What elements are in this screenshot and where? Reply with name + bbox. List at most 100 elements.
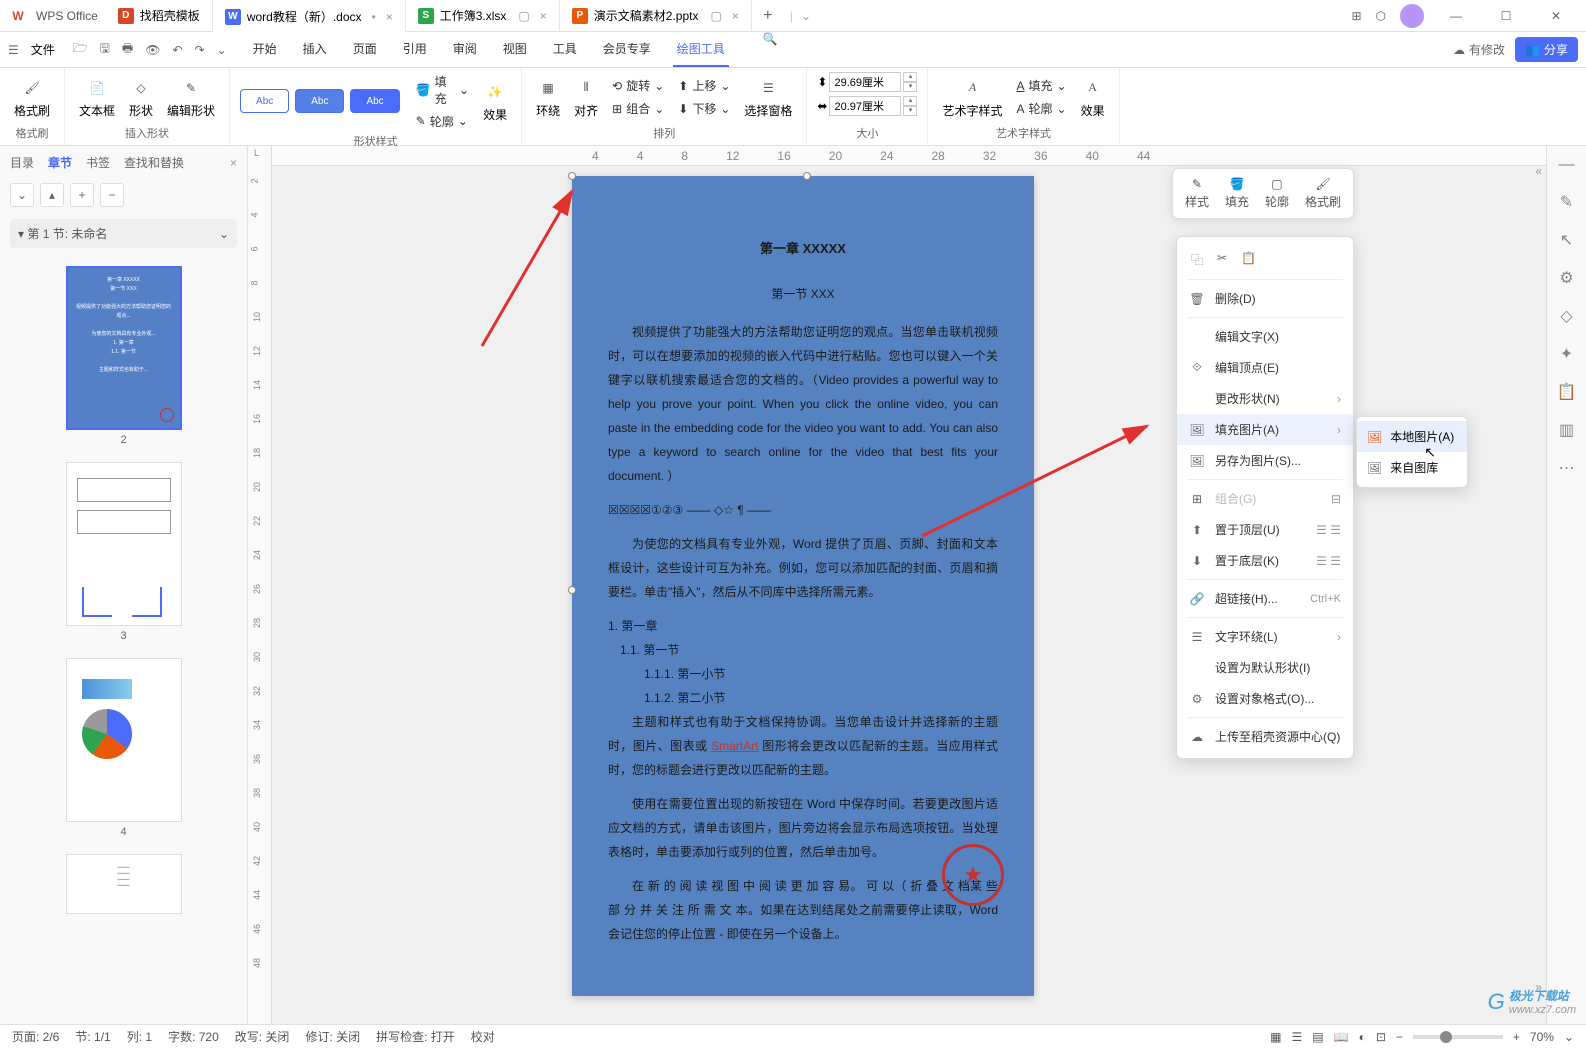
theme-icon[interactable]: ◐	[1359, 1030, 1366, 1044]
sm-library[interactable]: 🖼来自图库	[1357, 452, 1467, 483]
preview-icon[interactable]: 👁	[145, 43, 160, 57]
cm-set-default[interactable]: 设置为默认形状(I)	[1177, 652, 1353, 683]
close-panel-icon[interactable]: ×	[230, 156, 237, 170]
tab-doc-ppt[interactable]: P 演示文稿素材2.pptx ▢ ×	[560, 0, 752, 32]
maximize-button[interactable]: ☐	[1488, 0, 1524, 32]
user-avatar[interactable]	[1400, 4, 1424, 28]
pen-icon[interactable]: ✎	[1560, 192, 1573, 212]
search-icon[interactable]: 🔍	[763, 32, 778, 67]
wrap-button[interactable]: ▦环绕	[532, 74, 564, 121]
menu-tab-tools[interactable]: 工具	[549, 32, 581, 67]
modified-indicator[interactable]: ☁有修改	[1453, 41, 1505, 58]
menu-tab-ref[interactable]: 引用	[399, 32, 431, 67]
document-page[interactable]: 第一章 XXXXX 第一节 XXX 视频提供了功能强大的方法帮助您证明您的观点。…	[572, 176, 1034, 996]
print-icon[interactable]: 🖶	[122, 39, 133, 60]
minimize-button[interactable]: —	[1438, 0, 1474, 32]
cube-icon[interactable]: ⬡	[1376, 9, 1386, 23]
nav-tab-find[interactable]: 查找和替换	[124, 154, 184, 171]
cm-format-object[interactable]: ⚙设置对象格式(O)...	[1177, 683, 1353, 714]
zoom-out-icon[interactable]: −	[1396, 1030, 1403, 1044]
dropdown-icon[interactable]: ⌄	[217, 43, 227, 57]
tab-doc-sheet[interactable]: S 工作簿3.xlsx ▢ ×	[406, 0, 560, 32]
thumbnail-3[interactable]: 3	[10, 462, 237, 642]
nav-tab-toc[interactable]: 目录	[10, 154, 34, 171]
redo-icon[interactable]: ↷	[195, 43, 205, 57]
cm-edit-points[interactable]: ⟐编辑顶点(E)	[1177, 352, 1353, 383]
cm-change-shape[interactable]: 更改形状(N)›	[1177, 383, 1353, 414]
group-button[interactable]: ⊞组合⌄	[608, 98, 668, 119]
ft-style-button[interactable]: ✎样式	[1179, 175, 1215, 212]
view-outline-icon[interactable]: ▤	[1312, 1030, 1323, 1044]
outline-button[interactable]: ✎轮廓⌄	[412, 111, 473, 132]
tab-dropdown-icon[interactable]: ⌄	[801, 9, 811, 23]
tab-templates[interactable]: D 找稻壳模板	[106, 0, 213, 32]
collapse-icon[interactable]: —	[1559, 156, 1575, 174]
section-header[interactable]: ▾ 第 1 节: 未命名 ⌄	[10, 219, 237, 248]
format-brush-button[interactable]: 🖌 格式刷	[10, 74, 54, 121]
scroll-up-icon[interactable]: «	[1535, 164, 1542, 178]
move-up-button[interactable]: ⬆上移⌄	[674, 75, 734, 96]
tab-doc-word[interactable]: W word教程（新）.docx • ×	[213, 0, 406, 32]
shape-style-2[interactable]: Abc	[295, 89, 344, 113]
thumbnail-4[interactable]: 4	[10, 658, 237, 838]
wordart-style-button[interactable]: A艺术字样式	[938, 74, 1006, 121]
nav-tab-chapters[interactable]: 章节	[48, 154, 72, 171]
cm-delete[interactable]: 🗑删除(D)	[1177, 283, 1353, 314]
status-track[interactable]: 改写: 关闭	[235, 1028, 290, 1045]
close-icon[interactable]: •	[372, 10, 376, 24]
menu-tab-member[interactable]: 会员专享	[599, 32, 655, 67]
shape-style-3[interactable]: Abc	[350, 89, 399, 113]
height-input[interactable]: 29.69厘米	[829, 72, 901, 92]
wordart-effect-button[interactable]: A效果	[1077, 74, 1109, 121]
nav-prev-button[interactable]: ⌄	[10, 183, 34, 207]
view-page-icon[interactable]: ▦	[1270, 1030, 1281, 1044]
tab-window-icon[interactable]: ▢	[518, 9, 529, 23]
wordart-outline-button[interactable]: A轮廓⌄	[1013, 98, 1071, 119]
wordart-fill-button[interactable]: A填充⌄	[1013, 75, 1071, 96]
canvas-area[interactable]: 4 4 8 12 16 20 24 28 32 36 40 44 第一章 XXX…	[272, 146, 1546, 1024]
close-icon[interactable]: ×	[540, 9, 547, 23]
menu-tab-draw[interactable]: 绘图工具	[673, 32, 729, 67]
view-read-icon[interactable]: 📖	[1334, 1030, 1349, 1044]
select-icon[interactable]: ↖	[1560, 230, 1573, 250]
menu-tab-start[interactable]: 开始	[249, 32, 281, 67]
undo-icon[interactable]: ↶	[172, 43, 182, 57]
thumbnail-5[interactable]: ━━━━━━━━━━━━━━━━	[10, 854, 237, 914]
cm-send-back[interactable]: ⬇置于底层(K)☰ ☰	[1177, 545, 1353, 576]
settings-icon[interactable]: ⚙	[1559, 268, 1573, 288]
resize-handle[interactable]	[803, 172, 811, 180]
nav-add-button[interactable]: +	[70, 183, 94, 207]
status-proof[interactable]: 校对	[471, 1028, 495, 1045]
cut-icon[interactable]: ✂	[1217, 251, 1227, 268]
menu-tab-insert[interactable]: 插入	[299, 32, 331, 67]
cm-hyperlink[interactable]: 🔗超链接(H)...Ctrl+K	[1177, 583, 1353, 614]
tab-window-icon[interactable]: ▢	[710, 9, 721, 23]
shape-style-1[interactable]: Abc	[240, 89, 289, 113]
rotate-button[interactable]: ⟲旋转⌄	[608, 75, 668, 96]
menu-tab-review[interactable]: 审阅	[449, 32, 481, 67]
thumbnail-2[interactable]: 第一章 XXXXX第一节 XXX视频提供了功能强大的方法帮助您证明您的观点...…	[10, 266, 237, 446]
shapes-icon[interactable]: ◇	[1560, 306, 1572, 326]
nav-up-button[interactable]: ▴	[40, 183, 64, 207]
menu-icon[interactable]: ☰	[8, 43, 19, 57]
fill-button[interactable]: 🪣填充⌄	[412, 71, 473, 109]
selection-pane-button[interactable]: ☰选择窗格	[740, 74, 796, 121]
status-revision[interactable]: 修订: 关闭	[305, 1028, 360, 1045]
close-icon[interactable]: ×	[732, 9, 739, 23]
zoom-thumb[interactable]	[1440, 1031, 1452, 1043]
cm-bring-front[interactable]: ⬆置于顶层(U)☰ ☰	[1177, 514, 1353, 545]
height-spinner[interactable]: ▴▾	[903, 72, 917, 92]
width-spinner[interactable]: ▴▾	[903, 96, 917, 116]
cm-fill-image[interactable]: 🖼填充图片(A)›	[1177, 414, 1353, 445]
move-down-button[interactable]: ⬇下移⌄	[674, 98, 734, 119]
zoom-in-icon[interactable]: +	[1513, 1030, 1520, 1044]
ft-outline-button[interactable]: ▢轮廓	[1259, 175, 1295, 212]
ft-fill-button[interactable]: 🪣填充	[1219, 175, 1255, 212]
cm-save-as-image[interactable]: 🖼另存为图片(S)...	[1177, 445, 1353, 476]
more-icon[interactable]: ⋯	[1559, 458, 1575, 478]
menu-tab-view[interactable]: 视图	[499, 32, 531, 67]
fit-icon[interactable]: ⊡	[1376, 1030, 1386, 1044]
zoom-value[interactable]: 70%	[1530, 1030, 1554, 1044]
clipboard-icon[interactable]: 📋	[1557, 382, 1577, 402]
cm-text-wrap[interactable]: ☰文字环绕(L)›	[1177, 621, 1353, 652]
